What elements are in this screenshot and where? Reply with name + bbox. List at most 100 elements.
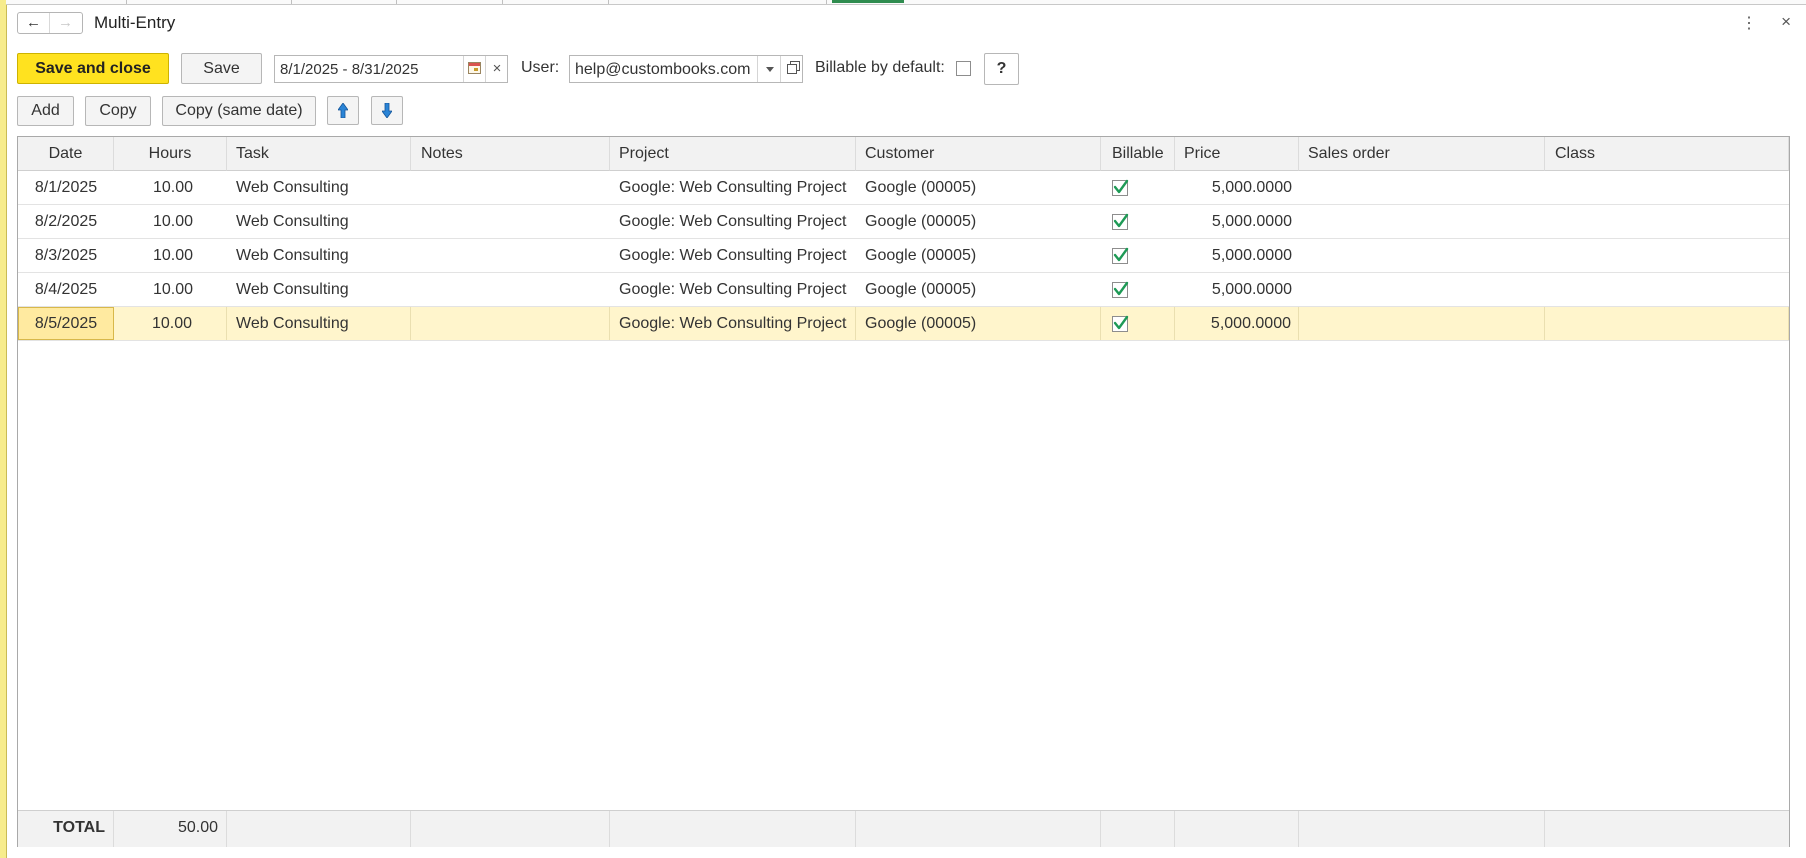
column-header-task[interactable]: Task (227, 137, 411, 171)
cell-billable[interactable] (1101, 171, 1175, 204)
cell-sales-order[interactable] (1299, 171, 1545, 204)
cell-date[interactable]: 8/4/2025 (18, 273, 114, 306)
arrow-down-icon (382, 103, 392, 118)
cell-class[interactable] (1545, 239, 1789, 272)
open-user-icon[interactable] (780, 56, 803, 82)
cell-price[interactable]: 5,000.0000 (1175, 171, 1299, 204)
user-value: help@custombooks.com (575, 61, 751, 78)
column-header-class[interactable]: Class (1545, 137, 1789, 171)
billable-checkbox[interactable] (1112, 315, 1129, 332)
window-title: Multi-Entry (94, 13, 176, 32)
billable-checkbox[interactable] (1112, 179, 1129, 196)
clear-period-icon[interactable]: × (485, 56, 508, 82)
back-arrow-icon[interactable]: ← (18, 13, 50, 33)
table-row[interactable]: 8/2/2025 10.00 Web Consulting Google: Web C… (18, 205, 1789, 239)
add-button[interactable]: Add (17, 96, 74, 126)
cell-class[interactable] (1545, 205, 1789, 238)
top-tab-strip (6, 0, 1806, 5)
copy-button[interactable]: Copy (85, 96, 151, 126)
save-and-close-button[interactable]: Save and close (17, 53, 169, 84)
cell-notes[interactable] (411, 307, 610, 340)
column-header-notes[interactable]: Notes (411, 137, 610, 171)
cell-notes[interactable] (411, 171, 610, 204)
cell-notes[interactable] (411, 239, 610, 272)
cell-task[interactable]: Web Consulting (227, 205, 411, 238)
cell-project[interactable]: Google: Web Consulting Project (610, 239, 856, 272)
user-field[interactable]: help@custombooks.com (569, 55, 803, 83)
more-options-icon[interactable]: ⋮ (1741, 13, 1757, 33)
cell-project[interactable]: Google: Web Consulting Project (610, 171, 856, 204)
save-button[interactable]: Save (181, 53, 262, 84)
forward-arrow-icon[interactable]: → (50, 13, 81, 33)
cell-billable[interactable] (1101, 205, 1175, 238)
billable-by-default-checkbox[interactable] (956, 61, 971, 76)
column-header-project[interactable]: Project (610, 137, 856, 171)
close-icon[interactable]: × (1781, 12, 1791, 32)
column-header-sales-order[interactable]: Sales order (1299, 137, 1545, 171)
cell-billable[interactable] (1101, 239, 1175, 272)
checkmark-icon (1113, 247, 1129, 262)
cell-billable[interactable] (1101, 307, 1175, 340)
cell-customer[interactable]: Google (00005) (856, 307, 1101, 340)
calendar-button[interactable] (463, 56, 485, 82)
cell-hours[interactable]: 10.00 (114, 239, 227, 272)
cell-task[interactable]: Web Consulting (227, 239, 411, 272)
total-hours: 50.00 (114, 811, 227, 847)
cell-notes[interactable] (411, 205, 610, 238)
user-dropdown-icon[interactable] (757, 56, 780, 82)
billable-checkbox[interactable] (1112, 213, 1129, 230)
cell-sales-order[interactable] (1299, 239, 1545, 272)
cell-class[interactable] (1545, 307, 1789, 340)
cell-class[interactable] (1545, 273, 1789, 306)
move-down-button[interactable] (371, 96, 403, 125)
cell-sales-order[interactable] (1299, 205, 1545, 238)
cell-notes[interactable] (411, 273, 610, 306)
cell-date[interactable]: 8/5/2025 (18, 307, 114, 340)
column-header-hours[interactable]: Hours (114, 137, 227, 171)
copy-same-date-button[interactable]: Copy (same date) (162, 96, 316, 126)
help-button[interactable]: ? (984, 53, 1019, 85)
cell-task[interactable]: Web Consulting (227, 171, 411, 204)
cell-project[interactable]: Google: Web Consulting Project (610, 307, 856, 340)
cell-task[interactable]: Web Consulting (227, 307, 411, 340)
cell-price[interactable]: 5,000.0000 (1175, 307, 1299, 340)
cell-project[interactable]: Google: Web Consulting Project (610, 205, 856, 238)
checkmark-icon (1113, 179, 1129, 194)
cell-date[interactable]: 8/1/2025 (18, 171, 114, 204)
cell-project[interactable]: Google: Web Consulting Project (610, 273, 856, 306)
cell-hours[interactable]: 10.00 (114, 273, 227, 306)
period-field[interactable]: 8/1/2025 - 8/31/2025 × (274, 55, 508, 83)
cell-date[interactable]: 8/2/2025 (18, 205, 114, 238)
table-row[interactable]: 8/5/2025 10.00 Web Consulting Google: Web C… (18, 307, 1789, 341)
table-row[interactable]: 8/4/2025 10.00 Web Consulting Google: Web C… (18, 273, 1789, 307)
cell-sales-order[interactable] (1299, 307, 1545, 340)
checkmark-icon (1113, 315, 1129, 330)
billable-by-default-label: Billable by default: (815, 59, 945, 76)
cell-customer[interactable]: Google (00005) (856, 273, 1101, 306)
cell-class[interactable] (1545, 171, 1789, 204)
cell-task[interactable]: Web Consulting (227, 273, 411, 306)
cell-price[interactable]: 5,000.0000 (1175, 205, 1299, 238)
cell-sales-order[interactable] (1299, 273, 1545, 306)
cell-hours[interactable]: 10.00 (114, 205, 227, 238)
cell-price[interactable]: 5,000.0000 (1175, 239, 1299, 272)
cell-hours[interactable]: 10.00 (114, 307, 227, 340)
cell-customer[interactable]: Google (00005) (856, 171, 1101, 204)
cell-date[interactable]: 8/3/2025 (18, 239, 114, 272)
column-header-customer[interactable]: Customer (856, 137, 1101, 171)
move-up-button[interactable] (327, 96, 359, 125)
billable-checkbox[interactable] (1112, 281, 1129, 298)
total-label: TOTAL (18, 811, 114, 847)
column-header-billable[interactable]: Billable (1101, 137, 1175, 171)
table-row[interactable]: 8/3/2025 10.00 Web Consulting Google: Web C… (18, 239, 1789, 273)
cell-customer[interactable]: Google (00005) (856, 239, 1101, 272)
column-header-date[interactable]: Date (18, 137, 114, 171)
table-row[interactable]: 8/1/2025 10.00 Web Consulting Google: Web C… (18, 171, 1789, 205)
checkmark-icon (1113, 281, 1129, 296)
column-header-price[interactable]: Price (1175, 137, 1299, 171)
billable-checkbox[interactable] (1112, 247, 1129, 264)
cell-customer[interactable]: Google (00005) (856, 205, 1101, 238)
cell-billable[interactable] (1101, 273, 1175, 306)
cell-hours[interactable]: 10.00 (114, 171, 227, 204)
cell-price[interactable]: 5,000.0000 (1175, 273, 1299, 306)
